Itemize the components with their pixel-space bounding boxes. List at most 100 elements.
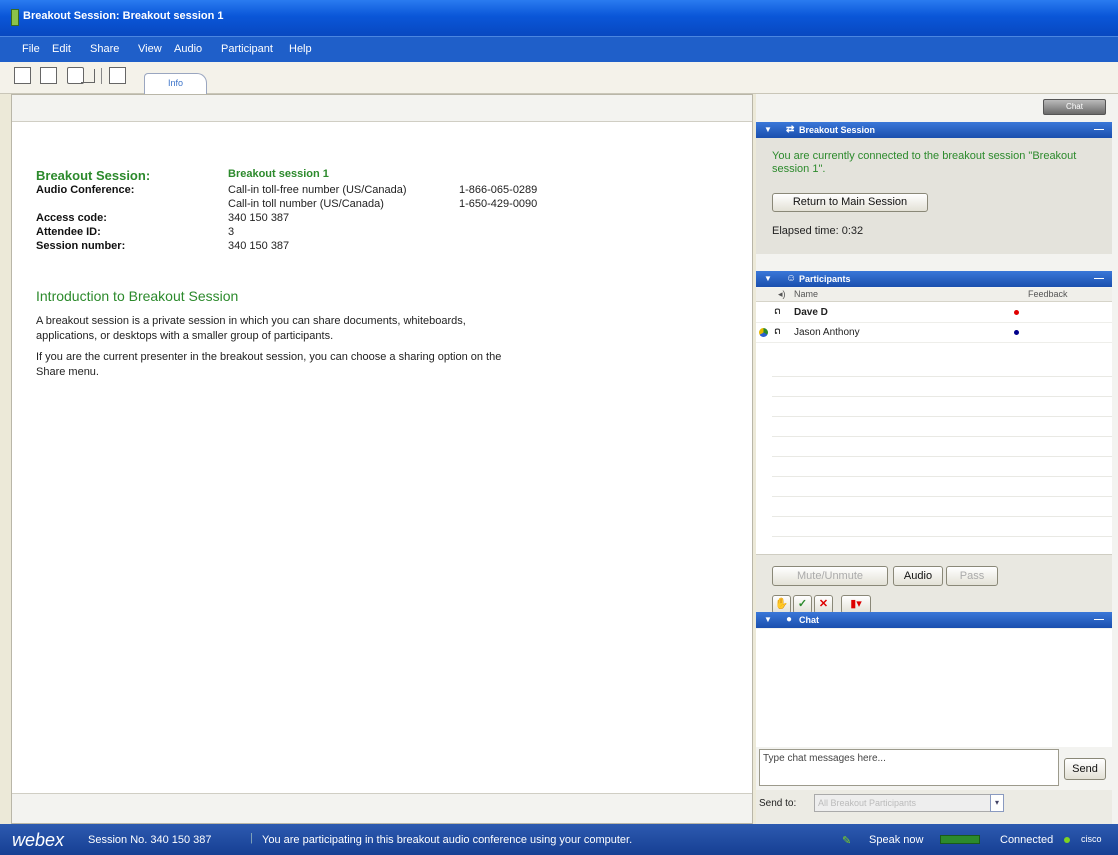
intro-heading: Introduction to Breakout Session (36, 288, 239, 304)
send-to-select[interactable]: All Breakout Participants (814, 794, 1000, 812)
send-to-bar: Send to: All Breakout Participants ▾ (756, 790, 1112, 824)
tollfree-desc: Call-in toll-free number (US/Canada) (228, 184, 407, 196)
headset-icon: ດ (774, 326, 781, 337)
headset-icon: ດ (774, 306, 781, 317)
session-number-status: Session No. 340 150 387 (88, 834, 212, 846)
presenter-ball-icon[interactable] (759, 328, 768, 337)
empty-row (772, 496, 1112, 497)
chevron-down-icon[interactable]: ▾ (990, 794, 1004, 812)
chat-bubble-icon: ● (786, 614, 793, 625)
audio-level-meter (940, 835, 980, 844)
participants-list: ◂) Name Feedback ດ Dave D ດ Jason Anthon… (756, 288, 1112, 555)
menu-share[interactable]: Share (90, 43, 119, 55)
viewer-top-bar (12, 95, 752, 122)
window-titlebar: Breakout Session: Breakout session 1 (0, 0, 1118, 36)
chat-panel-header[interactable]: ▼ ● Chat — (756, 612, 1112, 628)
breakout-panel-body: You are currently connected to the break… (756, 138, 1112, 254)
elapsed-time: Elapsed time: 0:32 (772, 225, 864, 237)
empty-row (772, 376, 1112, 377)
page-icon (81, 69, 95, 83)
cisco-logo: cisco (1081, 834, 1102, 844)
feedback-dot (1014, 310, 1019, 315)
participants-list-header: ◂) Name Feedback (756, 288, 1112, 302)
collapse-arrow-icon[interactable]: ▼ (764, 125, 772, 134)
status-separator: | (250, 832, 253, 844)
tab-info[interactable]: Info (144, 73, 207, 94)
empty-row (772, 416, 1112, 417)
status-bar: webex Session No. 340 150 387 | You are … (0, 824, 1118, 855)
minimize-icon[interactable]: — (1094, 614, 1104, 625)
return-to-main-session-button[interactable]: Return to Main Session (772, 193, 928, 212)
annotate-icon[interactable] (109, 67, 126, 84)
chat-input[interactable]: Type chat messages here... (759, 749, 1059, 786)
breakout-panel-header[interactable]: ▼ ⇄ Breakout Session — (756, 122, 1112, 138)
intro-paragraph-2: If you are the current presenter in the … (36, 351, 502, 378)
menu-file[interactable]: File (22, 43, 40, 55)
tollfree-number: 1-866-065-0289 (459, 184, 538, 196)
column-name[interactable]: Name (794, 289, 818, 299)
participant-name: Dave D (794, 307, 828, 318)
participants-panel-header[interactable]: ▼ ☺ Participants — (756, 271, 1112, 287)
right-panels: Chat ▼ ⇄ Breakout Session — You are curr… (756, 94, 1118, 824)
menu-edit[interactable]: Edit (52, 43, 71, 55)
viewer-bottom-bar (12, 793, 752, 823)
empty-row (772, 456, 1112, 457)
pass-ball-button[interactable]: Pass (946, 566, 998, 586)
toll-number: 1-650-429-0090 (459, 198, 538, 210)
session-number-label: Session number: (36, 240, 126, 252)
collapse-arrow-icon[interactable]: ▼ (764, 274, 772, 283)
breakout-session-label: Breakout Session: (36, 168, 151, 183)
participants-icon: ☺ (786, 273, 797, 284)
send-button[interactable]: Send (1064, 758, 1106, 780)
app-icon (11, 9, 19, 26)
menu-view[interactable]: View (138, 43, 162, 55)
participants-panel-title: Participants (799, 274, 851, 284)
connected-status: Connected (1000, 834, 1054, 846)
window-title: Breakout Session: Breakout session 1 (23, 10, 224, 22)
speak-now-label: Speak now (869, 834, 924, 846)
attendee-id-label: Attendee ID: (36, 226, 101, 238)
participant-controls: Mute/Unmute Audio Pass ✋ ✓ ✕ ▮▾ (756, 555, 1112, 619)
menu-audio[interactable]: Audio (174, 43, 202, 55)
audio-status-message: You are participating in this breakout a… (262, 834, 633, 846)
attendee-id-value: 3 (228, 226, 235, 238)
access-code-value: 340 150 387 (228, 212, 290, 224)
connection-indicator (1064, 837, 1070, 843)
minimize-icon[interactable]: — (1094, 124, 1104, 135)
breakout-session-value: Breakout session 1 (228, 168, 329, 180)
menu-participant[interactable]: Participant (221, 43, 273, 55)
chat-panel-title: Chat (799, 615, 819, 625)
minimize-icon[interactable]: — (1094, 273, 1104, 284)
panel-options-button[interactable]: Chat (1043, 99, 1106, 115)
content-viewer: Breakout Session: Breakout session 1 Aud… (11, 94, 753, 824)
participant-row[interactable]: ດ Jason Anthony (756, 323, 1112, 343)
empty-row (772, 536, 1112, 537)
chat-input-placeholder: Type chat messages here... (763, 753, 886, 764)
chat-history[interactable] (756, 629, 1112, 747)
participant-name: Jason Anthony (794, 327, 860, 338)
audio-conference-label: Audio Conference: (36, 184, 135, 196)
empty-row (772, 516, 1112, 517)
empty-row (772, 436, 1112, 437)
new-document-icon[interactable] (14, 67, 31, 84)
column-feedback[interactable]: Feedback (1028, 289, 1068, 299)
session-number-value: 340 150 387 (228, 240, 290, 252)
empty-row (772, 396, 1112, 397)
breakout-status-text: You are currently connected to the break… (772, 150, 1077, 175)
menu-help[interactable]: Help (289, 43, 312, 55)
mute-unmute-button[interactable]: Mute/Unmute (772, 566, 888, 586)
collapse-arrow-icon[interactable]: ▼ (764, 615, 772, 624)
mic-icon[interactable]: ✎ (842, 834, 851, 847)
open-document-icon[interactable] (40, 67, 57, 84)
participant-row[interactable]: ດ Dave D (756, 303, 1112, 323)
intro-paragraph-1: A breakout session is a private session … (36, 315, 466, 342)
toolbar: Info (0, 62, 1118, 94)
menu-bar: File Edit Share View Audio Participant H… (0, 36, 1118, 62)
feedback-dot (1014, 330, 1019, 335)
webex-logo: webex (12, 830, 65, 850)
toll-desc: Call-in toll number (US/Canada) (228, 198, 384, 210)
send-to-label: Send to: (759, 798, 797, 809)
audio-button[interactable]: Audio (893, 566, 943, 586)
speaker-icon: ◂) (778, 289, 786, 299)
empty-row (772, 476, 1112, 477)
